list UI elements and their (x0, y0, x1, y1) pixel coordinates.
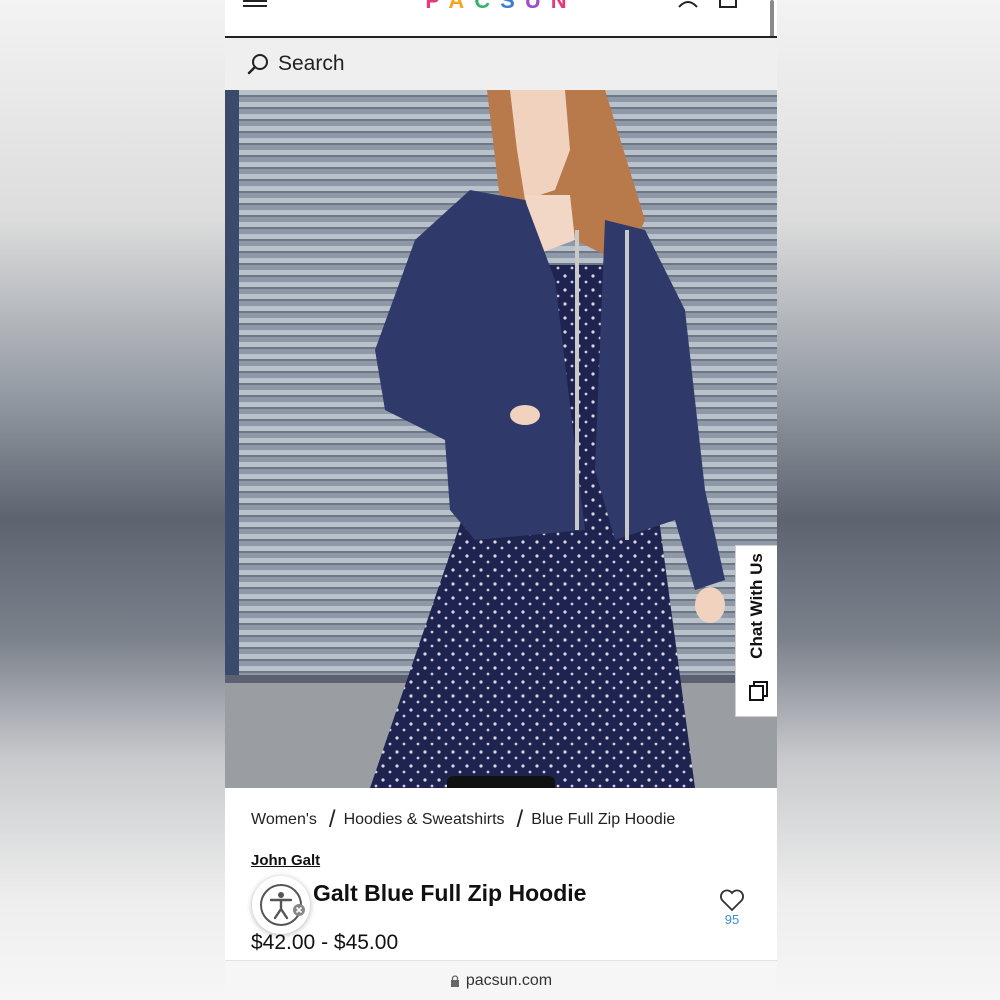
chat-icon (749, 681, 768, 701)
accessibility-icon (260, 884, 305, 926)
shopping-bag-icon[interactable] (718, 0, 738, 8)
lock-icon (450, 974, 459, 987)
logo-letter: S (500, 0, 525, 13)
image-carousel-indicator[interactable] (447, 776, 555, 788)
logo-letter: N (550, 0, 577, 13)
logo-letter: A (448, 0, 475, 13)
like-count: 95 (724, 912, 740, 927)
product-image[interactable] (225, 90, 777, 788)
breadcrumb-item-womens[interactable]: Women's (251, 811, 317, 829)
logo-letter: C (474, 0, 501, 13)
heart-icon[interactable] (719, 888, 745, 912)
product-photo (225, 90, 777, 788)
site-header: PACSUN (225, 0, 777, 90)
search-icon (247, 54, 268, 75)
mobile-page: PACSUN Search Chat With Us Women's / Hoo… (225, 0, 777, 1000)
breadcrumb-item-hoodies[interactable]: Hoodies & Sweatshirts (344, 811, 505, 829)
browser-url-bar[interactable]: pacsun.com (225, 960, 777, 1000)
search-placeholder: Search (278, 52, 345, 75)
logo-letter: P (425, 0, 449, 13)
breadcrumb-separator: / (328, 806, 336, 833)
search-bar[interactable]: Search (225, 38, 777, 90)
logo-letter: U (524, 0, 551, 13)
account-icon[interactable] (677, 0, 699, 8)
breadcrumb: Women's / Hoodies & Sweatshirts / Blue F… (251, 808, 675, 832)
accessibility-button[interactable] (252, 876, 310, 934)
product-title: Galt Blue Full Zip Hoodie (313, 880, 587, 906)
brand-link[interactable]: John Galt (251, 852, 320, 869)
chat-label: Chat With Us (747, 553, 766, 659)
product-price: $42.00 - $45.00 (251, 931, 399, 954)
breadcrumb-item-current[interactable]: Blue Full Zip Hoodie (531, 811, 675, 829)
breadcrumb-separator: / (516, 806, 524, 833)
url-text: pacsun.com (465, 971, 553, 989)
chat-with-us-button[interactable]: Chat With Us (735, 545, 777, 717)
